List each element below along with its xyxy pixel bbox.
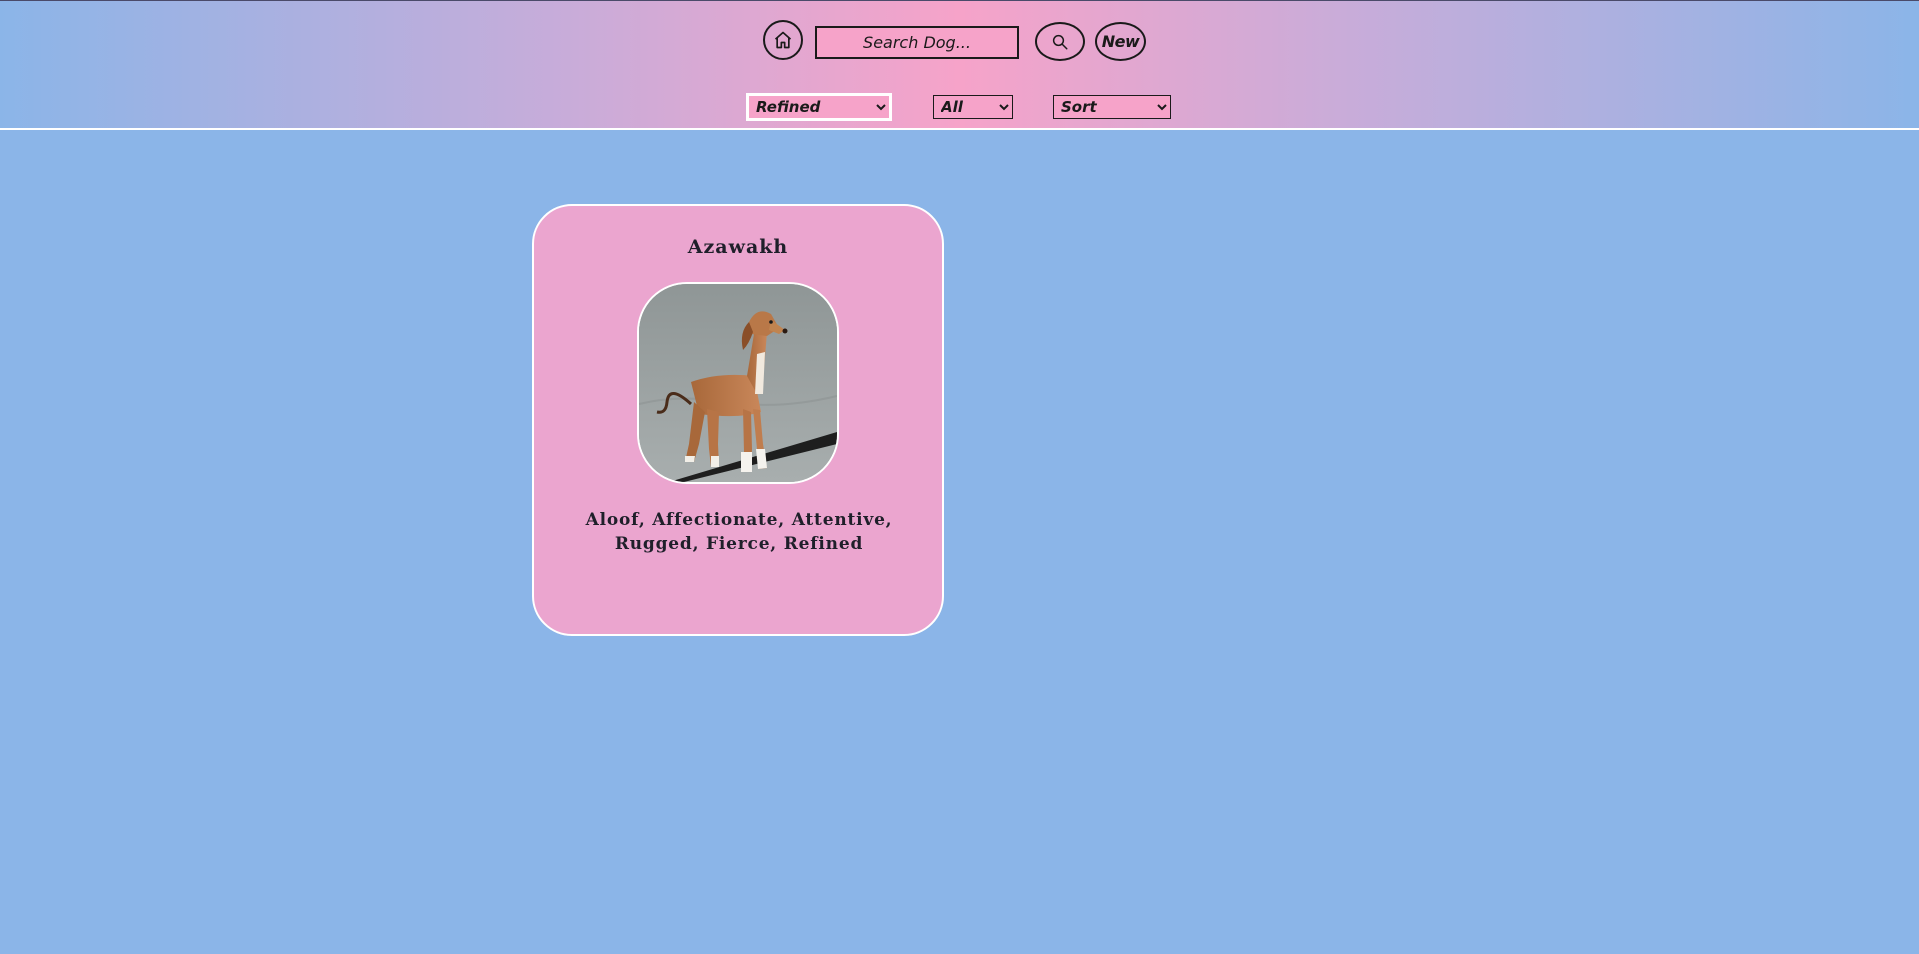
top-navigation-bar: New Refined All Sort bbox=[0, 0, 1919, 130]
origin-filter-select[interactable]: All bbox=[933, 95, 1013, 119]
dog-card[interactable]: Azawakh Aloof, Affectionate, Attentive, … bbox=[532, 204, 944, 636]
home-button[interactable] bbox=[763, 20, 803, 60]
search-button[interactable] bbox=[1035, 22, 1085, 61]
new-dog-button[interactable]: New bbox=[1095, 22, 1146, 61]
temperament-filter-select[interactable]: Refined bbox=[746, 93, 892, 121]
dog-name: Azawakh bbox=[687, 236, 789, 258]
dog-image bbox=[637, 282, 839, 484]
dog-photo bbox=[639, 284, 837, 482]
home-icon bbox=[774, 31, 792, 49]
search-icon bbox=[1052, 34, 1068, 49]
dog-temperament: Aloof, Affectionate, Attentive, Rugged, … bbox=[585, 510, 893, 554]
search-input[interactable] bbox=[815, 26, 1019, 59]
sort-select[interactable]: Sort bbox=[1053, 95, 1171, 119]
